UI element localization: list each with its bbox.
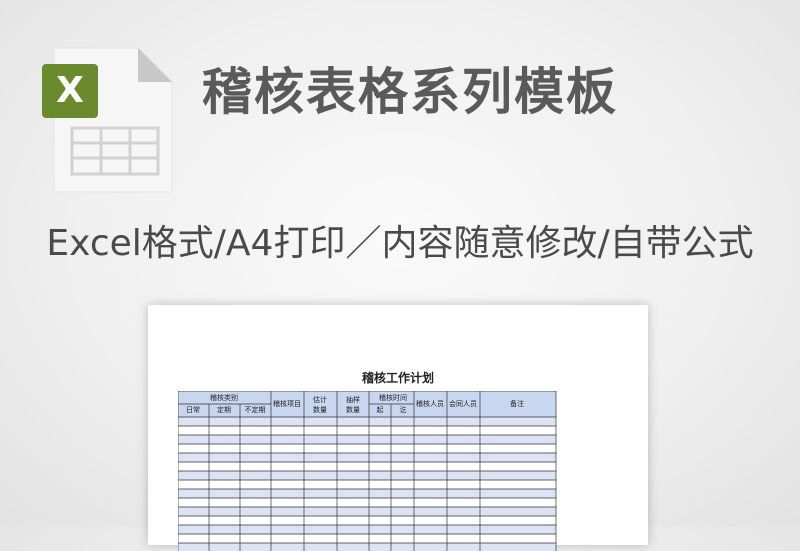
table-row: [178, 435, 556, 444]
sheet-title: 稽核工作计划: [361, 371, 434, 385]
table-row: [178, 417, 556, 426]
table-row: [178, 498, 556, 507]
table-row: [178, 507, 556, 516]
table-row: [178, 471, 556, 480]
hdr-auditor: 稽核人员: [416, 399, 444, 408]
audit-plan-table: 稽核类别 日常 定期 不定期 稽核项目 估计数量 抽样数量 稽核时间 起 讫 稽…: [178, 391, 557, 551]
table-row: [178, 525, 556, 534]
hdr-category: 稽核类别: [210, 393, 238, 402]
table-row: [178, 543, 556, 551]
hdr-start: 起: [377, 406, 384, 414]
hdr-item: 稽核项目: [273, 399, 301, 408]
hdr-partner: 会同人员: [449, 399, 477, 408]
excel-file-icon: X: [42, 47, 173, 193]
table-body: [178, 417, 556, 551]
sheet-preview: 稽核工作计划 稽核类别 日常 定期 不定期 稽核项目 估计数量 抽样数量 稽核时…: [148, 305, 648, 551]
table-row: [178, 480, 556, 489]
table-row: [178, 516, 556, 525]
table-row: [178, 534, 556, 543]
table-row: [178, 444, 556, 453]
excel-x-glyph: X: [56, 70, 84, 111]
table-row: [178, 489, 556, 498]
hdr-note: 备注: [510, 399, 524, 408]
table-row: [178, 462, 556, 471]
hdr-end: 讫: [400, 405, 407, 414]
hdr-irregular: 不定期: [245, 405, 266, 414]
hdr-time: 稽核时间: [379, 393, 407, 402]
hdr-regular: 定期: [217, 405, 231, 414]
page-subtitle: Excel格式/A4打印／内容随意修改/自带公式: [46, 223, 754, 264]
page-title: 稽核表格系列模板: [202, 63, 618, 121]
table-row: [178, 453, 556, 462]
hdr-daily: 日常: [186, 405, 200, 414]
table-row: [178, 426, 556, 435]
